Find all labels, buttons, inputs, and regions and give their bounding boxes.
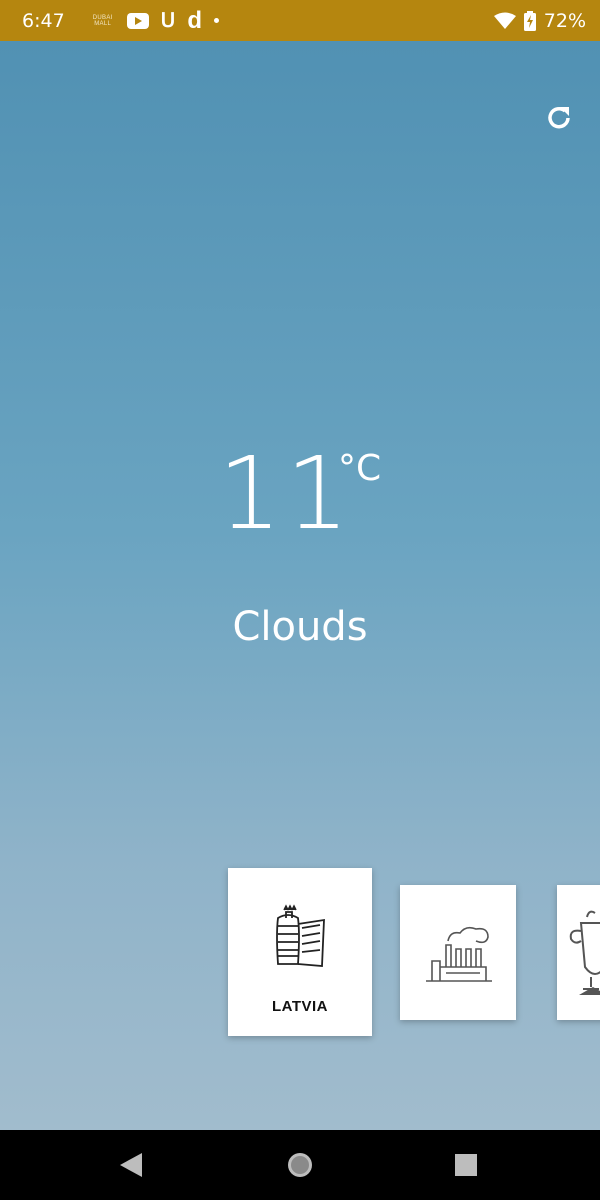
recents-icon[interactable] <box>455 1154 477 1176</box>
status-left: 6:47 DUBAI MALL ᑌ d <box>22 6 219 34</box>
mall-logo-icon: DUBAI MALL <box>92 14 113 27</box>
card-factory[interactable] <box>400 885 516 1020</box>
youtube-icon <box>126 12 149 29</box>
smile-icon: ᑌ <box>160 9 176 32</box>
battery-percentage: 72% <box>543 9 586 32</box>
d-icon: d <box>187 6 202 34</box>
status-right: 72% <box>493 9 586 32</box>
back-icon[interactable] <box>118 1151 144 1179</box>
weather-condition: Clouds <box>232 604 368 650</box>
card-latvia[interactable]: LATVIA <box>228 868 372 1036</box>
home-icon[interactable] <box>286 1151 314 1179</box>
building-icon <box>276 904 325 967</box>
weather-screen: 11 °C Clouds LATVIA <box>0 41 600 1130</box>
dot-icon <box>213 18 219 23</box>
refresh-button[interactable] <box>542 101 576 135</box>
samovar-icon <box>569 910 600 995</box>
battery-charging-icon <box>523 10 536 31</box>
factory-icon <box>426 926 492 982</box>
card-label: LATVIA <box>271 998 329 1015</box>
refresh-icon <box>548 106 570 129</box>
navigation-bar <box>0 1130 600 1200</box>
status-time: 6:47 <box>22 9 65 32</box>
status-bar: 6:47 DUBAI MALL ᑌ d 72% <box>0 0 600 41</box>
card-samovar[interactable] <box>557 885 600 1020</box>
temperature-display: 11 °C <box>0 439 600 549</box>
temperature-value: 11 <box>218 435 354 552</box>
temperature-unit: °C <box>338 448 382 489</box>
wifi-icon <box>493 12 516 29</box>
